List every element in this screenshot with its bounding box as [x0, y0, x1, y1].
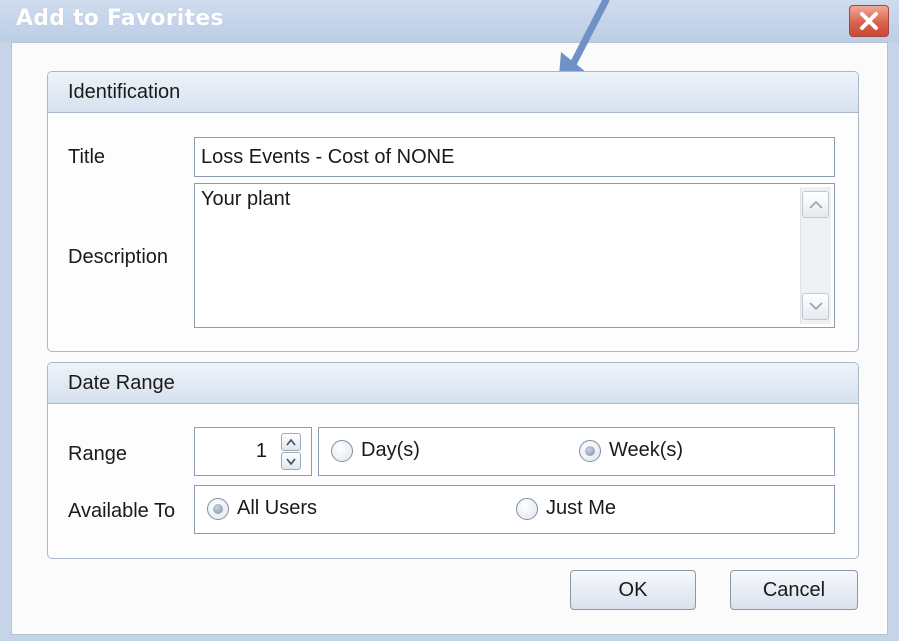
close-button[interactable] [849, 5, 889, 37]
range-value: 1 [255, 440, 267, 462]
title-input-value: Loss Events - Cost of NONE [201, 146, 455, 168]
description-textarea[interactable]: Your plant [194, 183, 835, 328]
date-range-header: Date Range [48, 363, 858, 404]
radio-days-label: Day(s) [361, 439, 420, 461]
identification-header: Identification [48, 72, 858, 113]
radio-all-users-button[interactable] [207, 498, 229, 520]
chevron-down-icon [809, 302, 823, 311]
radio-all-users-label: All Users [237, 497, 318, 519]
cancel-button[interactable]: Cancel [730, 570, 858, 610]
radio-days-button[interactable] [331, 440, 353, 462]
spin-down-button[interactable] [281, 452, 301, 470]
spin-up-button[interactable] [281, 433, 301, 451]
title-label: Title [68, 146, 106, 168]
radio-just-me-button[interactable] [516, 498, 538, 520]
scroll-up-button[interactable] [802, 191, 829, 218]
ok-button[interactable]: OK [570, 570, 696, 610]
add-to-favorites-dialog: Add to Favorites Identification Title Lo… [0, 0, 899, 641]
radio-just-me-label: Just Me [546, 497, 617, 519]
chevron-up-icon [809, 200, 823, 209]
description-label: Description [68, 246, 169, 268]
range-unit-group: Day(s) Week(s) [318, 427, 835, 476]
radio-weeks-button[interactable] [579, 440, 601, 462]
close-icon [860, 12, 878, 30]
description-textarea-value: Your plant [201, 188, 291, 210]
available-to-label: Available To [68, 500, 176, 522]
title-bar[interactable]: Add to Favorites [0, 0, 899, 42]
availability-group: All Users Just Me [194, 485, 835, 534]
title-input[interactable]: Loss Events - Cost of NONE [194, 137, 835, 177]
radio-weeks-label: Week(s) [609, 439, 684, 461]
chevron-up-icon [286, 439, 296, 446]
dialog-title: Add to Favorites [16, 6, 224, 31]
range-label: Range [68, 443, 127, 465]
range-spinner[interactable]: 1 [194, 427, 312, 476]
description-scrollbar[interactable] [800, 187, 831, 324]
chevron-down-icon [286, 458, 296, 465]
scroll-down-button[interactable] [802, 293, 829, 320]
